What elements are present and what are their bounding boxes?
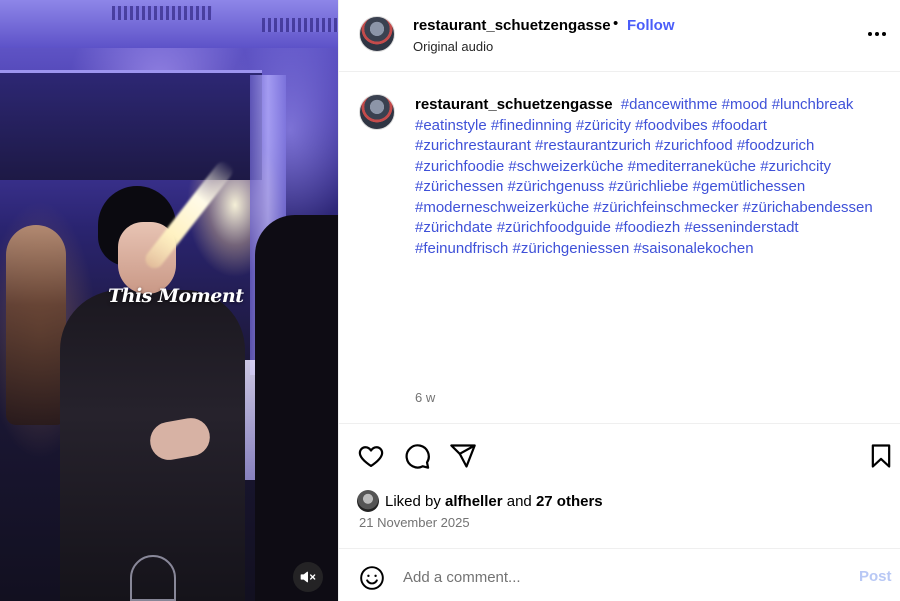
emoji-button[interactable] [359,565,385,591]
heart-icon [358,446,384,468]
ceiling-vent [112,6,212,20]
emoji-icon [360,566,384,590]
caption-author-avatar[interactable] [359,94,395,130]
post-age: 6 w [415,390,436,405]
audio-label[interactable]: Original audio [413,39,493,54]
post-media[interactable]: This Moment [0,0,338,601]
follow-button[interactable]: Follow [627,17,675,34]
author-avatar[interactable] [359,16,395,52]
likes-conjunction: and [506,492,532,510]
likes-prefix: Liked by [385,492,441,510]
media-overlay-text: This Moment [108,285,244,307]
share-icon [450,444,476,468]
share-button[interactable] [449,442,477,470]
likes-others-link[interactable]: 27 others [536,493,603,510]
comment-button[interactable] [403,442,431,470]
comment-bar: Post [339,548,900,601]
more-horizontal-icon [868,32,886,36]
mute-button[interactable] [293,562,323,592]
speaker-muted-icon [300,571,316,583]
likes-summary: Liked by alfheller and 27 others [357,490,603,512]
liker-username[interactable]: alfheller [445,493,503,510]
ceiling-vent [262,18,338,32]
post-header: restaurant_schuetzengasse • Follow Origi… [339,0,900,72]
foreground-guest [255,215,338,601]
liker-avatar[interactable] [357,490,379,512]
like-button[interactable] [357,442,385,470]
bookmark-icon [871,444,891,468]
caption-text: restaurant_schuetzengasse #dancewithme #… [415,95,885,259]
caption-username[interactable]: restaurant_schuetzengasse [415,96,613,113]
caption-hashtags[interactable]: #dancewithme #mood #lunchbreak #eatinsty… [415,96,873,257]
more-options-button[interactable] [865,22,889,46]
post-date: 21 November 2025 [359,515,470,530]
post-details-panel: restaurant_schuetzengasse • Follow Origi… [338,0,900,601]
background-guest [6,225,66,425]
author-username[interactable]: restaurant_schuetzengasse [413,17,611,34]
caption-section: restaurant_schuetzengasse #dancewithme #… [339,72,900,424]
comment-input[interactable] [403,563,843,591]
action-bar [339,424,900,484]
comment-icon [405,444,430,469]
separator-dot: • [613,15,619,32]
post-comment-button[interactable]: Post [859,568,892,585]
save-button[interactable] [867,442,895,470]
wine-glass [130,555,176,601]
